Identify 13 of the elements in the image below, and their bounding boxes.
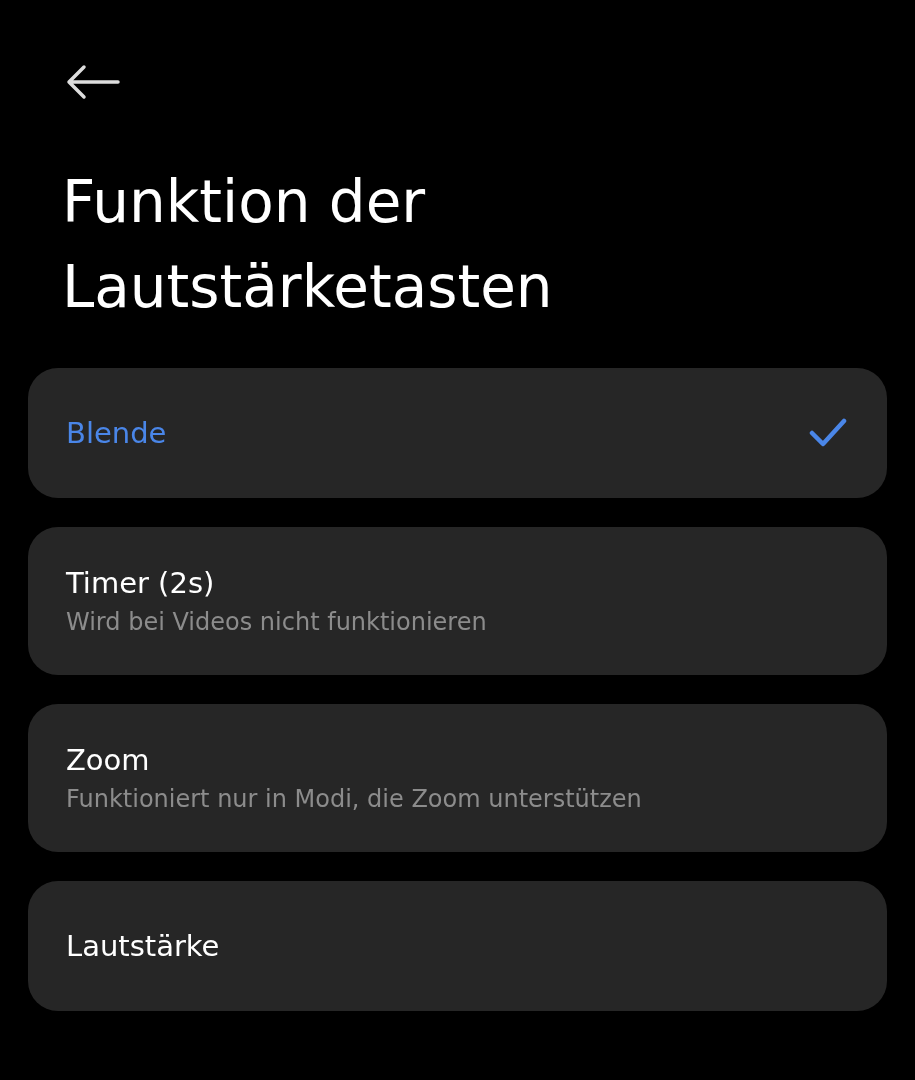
option-description: Funktioniert nur in Modi, die Zoom unterstützen [66,785,643,813]
option-item[interactable]: Zoom Funktioniert nur in Modi, die Zoom unterstützen [28,704,887,852]
option-label: Blende [66,416,168,450]
option-item[interactable]: Blende [28,368,887,498]
option-description: Wird bei Videos nicht funktionieren [66,608,488,636]
option-label: Timer (2s) [66,566,216,600]
option-item[interactable]: Lautstärke [28,881,887,1011]
checkmark-icon [809,418,847,448]
page-title: Funktion der Lautstärketasten [62,167,554,323]
option-label: Zoom [66,743,151,777]
back-icon[interactable] [66,64,120,100]
option-label: Lautstärke [66,929,221,963]
option-item[interactable]: Timer (2s) Wird bei Videos nicht funktionieren [28,527,887,675]
